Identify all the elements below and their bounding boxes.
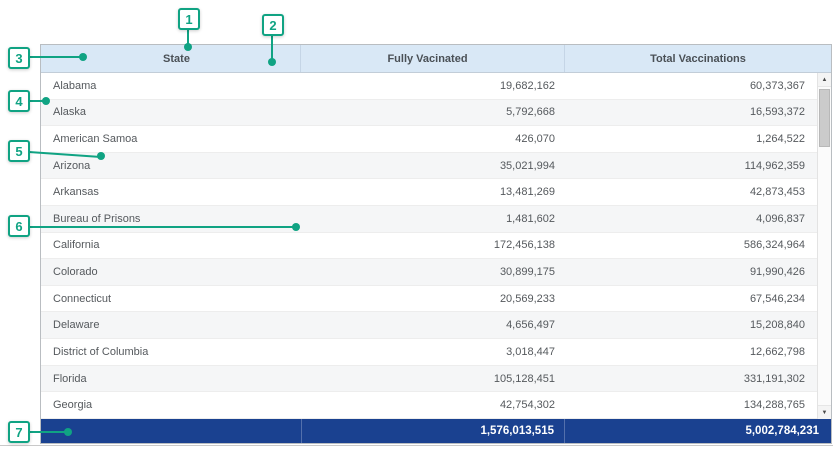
annotation-dot-5 xyxy=(97,152,105,160)
annotation-line-6 xyxy=(29,226,295,228)
vertical-scrollbar[interactable]: ▲ ▼ xyxy=(817,73,831,419)
cell-fully-vaccinated: 426,070 xyxy=(301,133,565,145)
annotation-dot-2 xyxy=(268,58,276,66)
totals-fully-vaccinated-value: 1,576,013,515 xyxy=(301,419,565,443)
table-row[interactable]: Alaska5,792,66816,593,372 xyxy=(41,100,831,127)
cell-fully-vaccinated: 4,656,497 xyxy=(301,319,565,331)
cell-fully-vaccinated: 3,018,447 xyxy=(301,346,565,358)
page-bottom-border xyxy=(0,445,833,446)
table-row[interactable]: Colorado30,899,17591,990,426 xyxy=(41,259,831,286)
table-row[interactable]: American Samoa426,0701,264,522 xyxy=(41,126,831,153)
cell-total-vaccinations: 12,662,798 xyxy=(565,346,831,358)
annotation-callout-3: 3 xyxy=(8,47,30,69)
cell-fully-vaccinated: 19,682,162 xyxy=(301,80,565,92)
table-header-row: State Fully Vacinated Total Vaccinations xyxy=(41,45,831,73)
column-header-fully-vaccinated[interactable]: Fully Vacinated xyxy=(301,45,565,72)
cell-total-vaccinations: 331,191,302 xyxy=(565,373,831,385)
column-header-total-vaccinations[interactable]: Total Vaccinations xyxy=(565,45,831,72)
annotation-dot-7 xyxy=(64,428,72,436)
annotation-dot-3 xyxy=(79,53,87,61)
cell-state: Connecticut xyxy=(41,293,301,305)
scrollbar-up-arrow-icon[interactable]: ▲ xyxy=(818,73,831,87)
cell-state: Arkansas xyxy=(41,186,301,198)
table-row[interactable]: Alabama19,682,16260,373,367 xyxy=(41,73,831,100)
table-row[interactable]: Florida105,128,451331,191,302 xyxy=(41,366,831,393)
cell-state: Florida xyxy=(41,373,301,385)
table-row[interactable]: Georgia42,754,302134,288,765 xyxy=(41,392,831,419)
annotation-callout-5: 5 xyxy=(8,140,30,162)
scrollbar-down-arrow-icon[interactable]: ▼ xyxy=(818,405,831,419)
cell-state: Georgia xyxy=(41,399,301,411)
annotation-dot-1 xyxy=(184,43,192,51)
cell-total-vaccinations: 114,962,359 xyxy=(565,160,831,172)
cell-fully-vaccinated: 1,481,602 xyxy=(301,213,565,225)
table-body: Alabama19,682,16260,373,367Alaska5,792,6… xyxy=(41,73,831,419)
table-row[interactable]: California172,456,138586,324,964 xyxy=(41,233,831,260)
cell-fully-vaccinated: 42,754,302 xyxy=(301,399,565,411)
cell-state: Bureau of Prisons xyxy=(41,213,301,225)
table-row[interactable]: District of Columbia3,018,44712,662,798 xyxy=(41,339,831,366)
table-row[interactable]: Delaware4,656,49715,208,840 xyxy=(41,312,831,339)
cell-state: District of Columbia xyxy=(41,346,301,358)
cell-state: Delaware xyxy=(41,319,301,331)
table-row[interactable]: Arkansas13,481,26942,873,453 xyxy=(41,179,831,206)
cell-fully-vaccinated: 13,481,269 xyxy=(301,186,565,198)
cell-fully-vaccinated: 5,792,668 xyxy=(301,106,565,118)
cell-fully-vaccinated: 105,128,451 xyxy=(301,373,565,385)
annotation-dot-6 xyxy=(292,223,300,231)
cell-state: Colorado xyxy=(41,266,301,278)
totals-total-vaccinations-value: 5,002,784,231 xyxy=(565,425,831,437)
annotation-callout-2: 2 xyxy=(262,14,284,36)
cell-total-vaccinations: 16,593,372 xyxy=(565,106,831,118)
cell-total-vaccinations: 67,546,234 xyxy=(565,293,831,305)
cell-fully-vaccinated: 30,899,175 xyxy=(301,266,565,278)
cell-state: Alaska xyxy=(41,106,301,118)
totals-row: 1,576,013,515 5,002,784,231 xyxy=(41,419,831,443)
cell-state: California xyxy=(41,239,301,251)
annotation-callout-1: 1 xyxy=(178,8,200,30)
table-row[interactable]: Arizona35,021,994114,962,359 xyxy=(41,153,831,180)
cell-total-vaccinations: 42,873,453 xyxy=(565,186,831,198)
scrollbar-thumb[interactable] xyxy=(819,89,830,147)
cell-state: Alabama xyxy=(41,80,301,92)
cell-total-vaccinations: 4,096,837 xyxy=(565,213,831,225)
cell-total-vaccinations: 15,208,840 xyxy=(565,319,831,331)
cell-total-vaccinations: 134,288,765 xyxy=(565,399,831,411)
cell-fully-vaccinated: 172,456,138 xyxy=(301,239,565,251)
table-row[interactable]: Bureau of Prisons1,481,6024,096,837 xyxy=(41,206,831,233)
annotation-callout-6: 6 xyxy=(8,215,30,237)
cell-fully-vaccinated: 20,569,233 xyxy=(301,293,565,305)
table-row[interactable]: Connecticut20,569,23367,546,234 xyxy=(41,286,831,313)
cell-total-vaccinations: 586,324,964 xyxy=(565,239,831,251)
cell-state: Arizona xyxy=(41,160,301,172)
cell-total-vaccinations: 1,264,522 xyxy=(565,133,831,145)
cell-total-vaccinations: 60,373,367 xyxy=(565,80,831,92)
annotation-line-3 xyxy=(29,56,83,58)
screenshot-root: State Fully Vacinated Total Vaccinations… xyxy=(0,0,833,453)
annotation-line-7 xyxy=(29,431,67,433)
annotation-callout-7: 7 xyxy=(8,421,30,443)
annotation-dot-4 xyxy=(42,97,50,105)
annotation-callout-4: 4 xyxy=(8,90,30,112)
cell-state: American Samoa xyxy=(41,133,301,145)
cell-fully-vaccinated: 35,021,994 xyxy=(301,160,565,172)
cell-total-vaccinations: 91,990,426 xyxy=(565,266,831,278)
vaccination-table: State Fully Vacinated Total Vaccinations… xyxy=(40,44,832,444)
